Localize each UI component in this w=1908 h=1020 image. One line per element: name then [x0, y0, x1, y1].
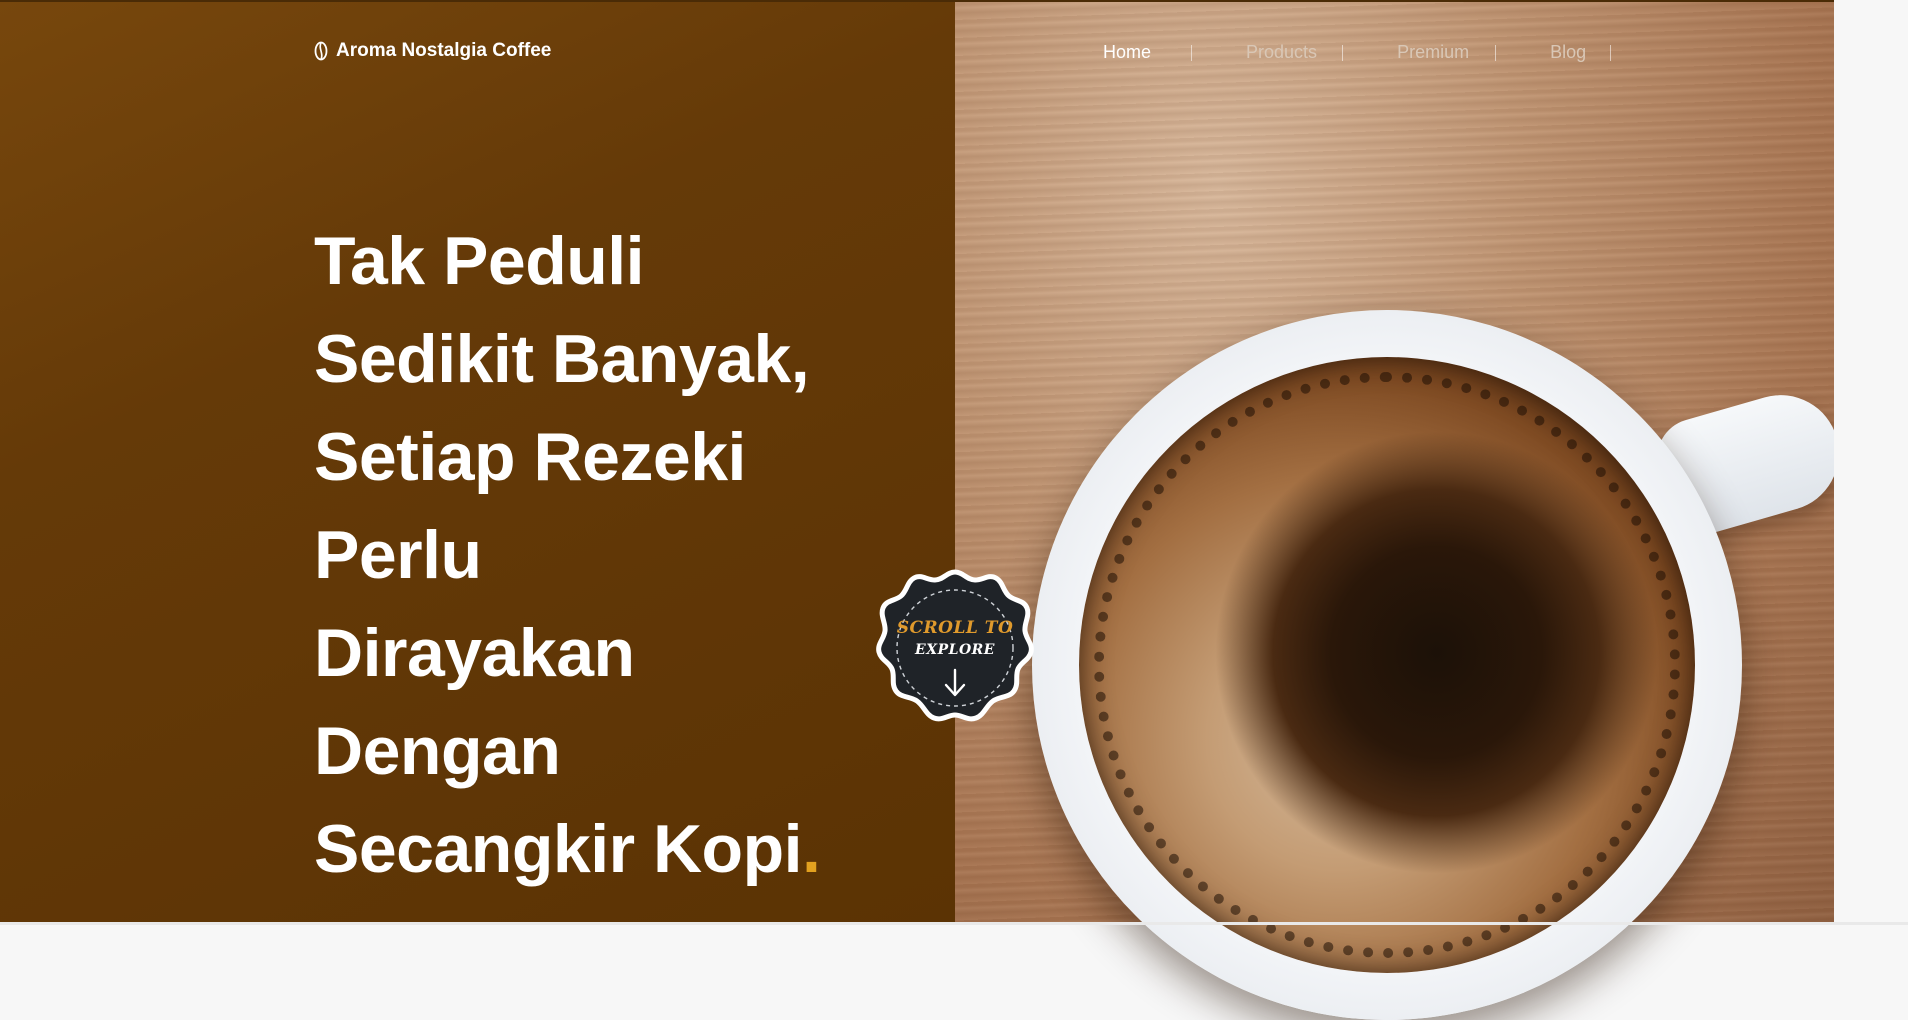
headline-line: Perlu — [314, 517, 482, 593]
page-right-margin — [1834, 0, 1908, 925]
nav-divider — [1610, 44, 1612, 61]
nav-divider — [1495, 44, 1497, 61]
headline-line: Tak Peduli — [314, 223, 645, 299]
headline-line: Dirayakan — [314, 615, 635, 691]
brand-name: Aroma Nostalgia Coffee — [336, 40, 552, 61]
headline-line: Sedikit Banyak, — [314, 321, 810, 397]
nav-divider — [1191, 44, 1193, 61]
headline-accent-dot: . — [802, 811, 821, 887]
main-nav: Home Products Premium Blog — [1103, 38, 1612, 67]
arrow-down-icon — [943, 668, 967, 703]
hero-headline: Tak Peduli Sedikit Banyak, Setiap Rezeki… — [314, 212, 821, 898]
scroll-to-explore-button[interactable]: SCROLL TO EXPLORE — [875, 568, 1035, 728]
headline-line: Dengan — [314, 713, 561, 789]
coffee-bean-icon — [314, 41, 328, 61]
headline-last-line: Secangkir Kopi. — [314, 800, 821, 898]
badge-line-1: SCROLL TO — [896, 618, 1014, 638]
headline-line: Secangkir Kopi — [314, 811, 803, 887]
nav-blog[interactable]: Blog — [1550, 38, 1586, 67]
coffee-foam-bubbles — [1094, 372, 1680, 958]
nav-products[interactable]: Products — [1246, 38, 1317, 67]
badge-text: SCROLL TO EXPLORE — [875, 568, 1035, 728]
nav-divider — [1342, 44, 1344, 61]
nav-home[interactable]: Home — [1103, 38, 1151, 67]
headline-line: Setiap Rezeki — [314, 419, 746, 495]
nav-premium[interactable]: Premium — [1397, 38, 1469, 67]
badge-line-2: EXPLORE — [915, 642, 995, 658]
brand-logo-link[interactable]: Aroma Nostalgia Coffee — [314, 40, 551, 62]
